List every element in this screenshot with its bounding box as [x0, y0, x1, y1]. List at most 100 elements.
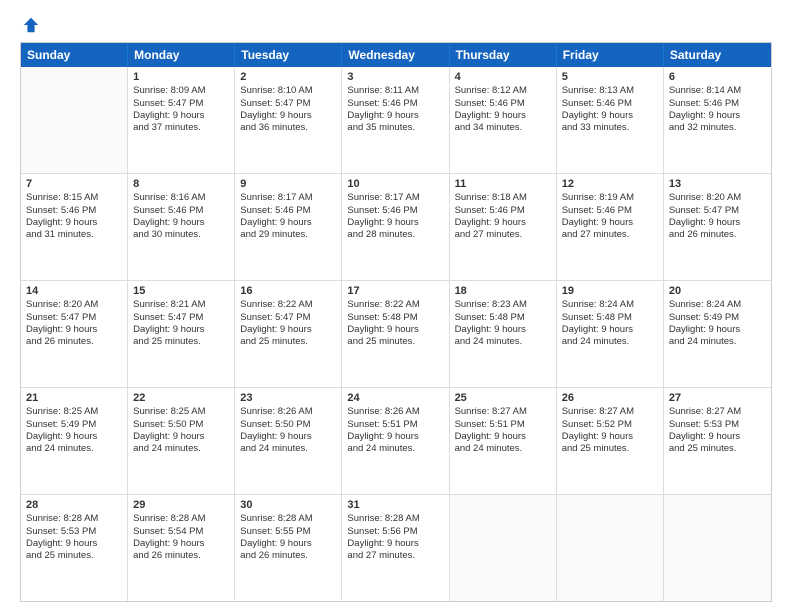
cell-info-line: Daylight: 9 hours — [347, 431, 443, 443]
day-number: 1 — [133, 70, 229, 84]
day-number: 6 — [669, 70, 766, 84]
cell-info-line: Daylight: 9 hours — [347, 110, 443, 122]
cell-info-line: Sunset: 5:56 PM — [347, 526, 443, 538]
cell-info-line: Sunset: 5:46 PM — [669, 98, 766, 110]
day-number: 30 — [240, 498, 336, 512]
cell-info-line: and 37 minutes. — [133, 122, 229, 134]
cell-info-line: Sunset: 5:48 PM — [455, 312, 551, 324]
cell-info-line: Sunrise: 8:21 AM — [133, 299, 229, 311]
calendar-cell: 13Sunrise: 8:20 AMSunset: 5:47 PMDayligh… — [664, 174, 771, 280]
cell-info-line: Daylight: 9 hours — [26, 217, 122, 229]
calendar-cell: 30Sunrise: 8:28 AMSunset: 5:55 PMDayligh… — [235, 495, 342, 601]
cell-info-line: Sunrise: 8:09 AM — [133, 85, 229, 97]
week-row-5: 28Sunrise: 8:28 AMSunset: 5:53 PMDayligh… — [21, 495, 771, 601]
cell-info-line: and 27 minutes. — [455, 229, 551, 241]
calendar-cell: 20Sunrise: 8:24 AMSunset: 5:49 PMDayligh… — [664, 281, 771, 387]
cell-info-line: Daylight: 9 hours — [26, 538, 122, 550]
cell-info-line: Daylight: 9 hours — [669, 431, 766, 443]
cell-info-line: Sunrise: 8:22 AM — [347, 299, 443, 311]
cell-info-line: Sunset: 5:50 PM — [240, 419, 336, 431]
cell-info-line: Sunrise: 8:17 AM — [240, 192, 336, 204]
cell-info-line: and 25 minutes. — [26, 550, 122, 562]
day-number: 28 — [26, 498, 122, 512]
calendar-cell: 11Sunrise: 8:18 AMSunset: 5:46 PMDayligh… — [450, 174, 557, 280]
cell-info-line: Sunrise: 8:14 AM — [669, 85, 766, 97]
calendar-cell: 6Sunrise: 8:14 AMSunset: 5:46 PMDaylight… — [664, 67, 771, 173]
calendar-cell: 12Sunrise: 8:19 AMSunset: 5:46 PMDayligh… — [557, 174, 664, 280]
day-number: 9 — [240, 177, 336, 191]
day-number: 14 — [26, 284, 122, 298]
cell-info-line: Daylight: 9 hours — [240, 217, 336, 229]
cell-info-line: Sunset: 5:47 PM — [240, 312, 336, 324]
cell-info-line: Daylight: 9 hours — [455, 217, 551, 229]
header-day-wednesday: Wednesday — [342, 43, 449, 67]
page: SundayMondayTuesdayWednesdayThursdayFrid… — [0, 0, 792, 612]
cell-info-line: Sunset: 5:48 PM — [562, 312, 658, 324]
calendar-cell: 4Sunrise: 8:12 AMSunset: 5:46 PMDaylight… — [450, 67, 557, 173]
day-number: 21 — [26, 391, 122, 405]
cell-info-line: Sunrise: 8:27 AM — [455, 406, 551, 418]
day-number: 27 — [669, 391, 766, 405]
calendar-cell: 23Sunrise: 8:26 AMSunset: 5:50 PMDayligh… — [235, 388, 342, 494]
cell-info-line: and 24 minutes. — [562, 336, 658, 348]
cell-info-line: and 35 minutes. — [347, 122, 443, 134]
day-number: 2 — [240, 70, 336, 84]
cell-info-line: Sunset: 5:47 PM — [26, 312, 122, 324]
cell-info-line: Daylight: 9 hours — [347, 217, 443, 229]
calendar-cell: 7Sunrise: 8:15 AMSunset: 5:46 PMDaylight… — [21, 174, 128, 280]
cell-info-line: Sunrise: 8:27 AM — [669, 406, 766, 418]
cell-info-line: Daylight: 9 hours — [347, 538, 443, 550]
cell-info-line: and 24 minutes. — [347, 443, 443, 455]
cell-info-line: and 31 minutes. — [26, 229, 122, 241]
day-number: 13 — [669, 177, 766, 191]
cell-info-line: Sunset: 5:51 PM — [455, 419, 551, 431]
cell-info-line: Sunset: 5:47 PM — [133, 312, 229, 324]
day-number: 23 — [240, 391, 336, 405]
header-day-tuesday: Tuesday — [235, 43, 342, 67]
cell-info-line: Daylight: 9 hours — [26, 431, 122, 443]
cell-info-line: Daylight: 9 hours — [455, 324, 551, 336]
cell-info-line: and 24 minutes. — [669, 336, 766, 348]
cell-info-line: and 25 minutes. — [347, 336, 443, 348]
cell-info-line: Sunset: 5:48 PM — [347, 312, 443, 324]
calendar-cell: 1Sunrise: 8:09 AMSunset: 5:47 PMDaylight… — [128, 67, 235, 173]
cell-info-line: Daylight: 9 hours — [669, 110, 766, 122]
day-number: 16 — [240, 284, 336, 298]
calendar-cell: 2Sunrise: 8:10 AMSunset: 5:47 PMDaylight… — [235, 67, 342, 173]
cell-info-line: Sunset: 5:50 PM — [133, 419, 229, 431]
cell-info-line: Sunrise: 8:27 AM — [562, 406, 658, 418]
cell-info-line: and 25 minutes. — [240, 336, 336, 348]
cell-info-line: and 25 minutes. — [133, 336, 229, 348]
cell-info-line: Sunset: 5:46 PM — [347, 98, 443, 110]
cell-info-line: Sunset: 5:49 PM — [669, 312, 766, 324]
cell-info-line: Daylight: 9 hours — [347, 324, 443, 336]
cell-info-line: Sunrise: 8:11 AM — [347, 85, 443, 97]
cell-info-line: Sunrise: 8:20 AM — [26, 299, 122, 311]
cell-info-line: and 36 minutes. — [240, 122, 336, 134]
cell-info-line: and 24 minutes. — [455, 443, 551, 455]
day-number: 15 — [133, 284, 229, 298]
cell-info-line: Sunset: 5:47 PM — [669, 205, 766, 217]
cell-info-line: Daylight: 9 hours — [133, 217, 229, 229]
calendar-cell: 31Sunrise: 8:28 AMSunset: 5:56 PMDayligh… — [342, 495, 449, 601]
week-row-2: 7Sunrise: 8:15 AMSunset: 5:46 PMDaylight… — [21, 174, 771, 281]
week-row-3: 14Sunrise: 8:20 AMSunset: 5:47 PMDayligh… — [21, 281, 771, 388]
cell-info-line: and 29 minutes. — [240, 229, 336, 241]
calendar-cell: 16Sunrise: 8:22 AMSunset: 5:47 PMDayligh… — [235, 281, 342, 387]
cell-info-line: Sunset: 5:52 PM — [562, 419, 658, 431]
calendar-cell: 14Sunrise: 8:20 AMSunset: 5:47 PMDayligh… — [21, 281, 128, 387]
calendar-cell: 8Sunrise: 8:16 AMSunset: 5:46 PMDaylight… — [128, 174, 235, 280]
cell-info-line: Sunrise: 8:13 AM — [562, 85, 658, 97]
calendar: SundayMondayTuesdayWednesdayThursdayFrid… — [20, 42, 772, 602]
cell-info-line: Sunrise: 8:24 AM — [669, 299, 766, 311]
day-number: 11 — [455, 177, 551, 191]
calendar-cell: 29Sunrise: 8:28 AMSunset: 5:54 PMDayligh… — [128, 495, 235, 601]
header-day-friday: Friday — [557, 43, 664, 67]
day-number: 29 — [133, 498, 229, 512]
cell-info-line: Daylight: 9 hours — [240, 538, 336, 550]
day-number: 25 — [455, 391, 551, 405]
cell-info-line: Sunrise: 8:28 AM — [133, 513, 229, 525]
day-number: 10 — [347, 177, 443, 191]
cell-info-line: Sunset: 5:54 PM — [133, 526, 229, 538]
calendar-cell: 5Sunrise: 8:13 AMSunset: 5:46 PMDaylight… — [557, 67, 664, 173]
